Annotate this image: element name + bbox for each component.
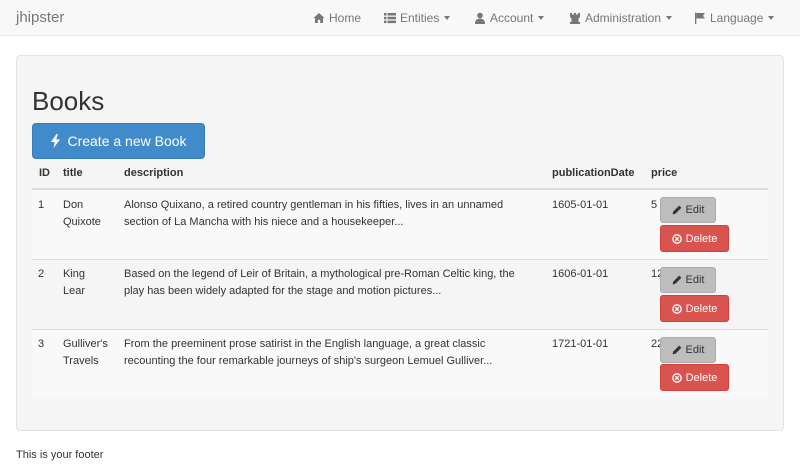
cell-id: 3 (38, 338, 45, 350)
delete-label: Delete (685, 371, 718, 384)
cell-description-line: recounting the four remarkable journeys … (124, 355, 493, 367)
chevron-down-icon (444, 16, 451, 20)
cell-title[interactable]: Gulliver's Travels (63, 336, 108, 370)
nav-item-label: Administration (585, 11, 662, 25)
edit-label: Edit (685, 344, 705, 356)
delete-button[interactable]: Delete (660, 295, 729, 322)
cell-description-line: section of La Mancha with his niece and … (124, 216, 404, 228)
remove-circle-icon (671, 303, 682, 314)
column-header-price[interactable]: price (651, 167, 677, 179)
edit-button[interactable]: Edit (660, 267, 716, 293)
cell-publication-date: 1605-01-01 (552, 199, 609, 211)
cell-description: Alonso Quixano, a retired country gentle… (124, 197, 503, 231)
nav-item-language[interactable]: Language (694, 11, 775, 25)
chevron-down-icon (768, 16, 775, 20)
cell-description: From the preeminent prose satirist in th… (124, 336, 492, 370)
nav-item-label: Language (710, 11, 764, 25)
page-title: Books (32, 86, 105, 116)
cell-description: Based on the legend of Leir of Britain, … (124, 266, 515, 300)
cell-title-line: King (63, 268, 86, 280)
delete-button[interactable]: Delete (660, 364, 729, 391)
bolt-icon (51, 134, 61, 148)
remove-circle-icon (671, 372, 682, 383)
edit-label: Edit (685, 204, 705, 216)
edit-button[interactable]: Edit (660, 197, 716, 223)
cell-publication-date: 1721-01-01 (552, 338, 609, 350)
delete-button[interactable]: Delete (660, 225, 729, 252)
list-icon (384, 13, 396, 24)
remove-circle-icon (671, 233, 682, 244)
column-header-title[interactable]: title (63, 167, 83, 179)
footer-text: This is your footer (16, 449, 104, 461)
cell-id: 1 (38, 199, 45, 211)
nav-item-label: Home (329, 11, 362, 25)
nav-item-home[interactable]: Home (313, 11, 361, 25)
chevron-down-icon (538, 16, 545, 20)
column-header-id[interactable]: ID (39, 167, 50, 179)
nav-item-label: Entities (400, 11, 440, 25)
create-book-button[interactable]: Create a new Book (32, 123, 205, 159)
pencil-icon (672, 205, 681, 215)
nav-item-label: Account (490, 11, 534, 25)
flag-icon (695, 12, 705, 24)
column-header-publication-date[interactable]: publicationDate (552, 167, 635, 179)
delete-label: Delete (685, 302, 718, 315)
delete-label: Delete (685, 232, 718, 245)
cell-title-line: Don (63, 199, 84, 211)
navbar: jhipster Home Entities Account Administr… (0, 0, 800, 36)
cell-id: 2 (38, 268, 45, 280)
cell-description-line: Based on the legend of Leir of Britain, … (124, 268, 515, 280)
nav-item-account[interactable]: Account (474, 11, 545, 25)
create-book-label: Create a new Book (67, 133, 187, 149)
home-icon (313, 13, 325, 23)
brand-logo[interactable]: jhipster (16, 9, 64, 26)
pencil-icon (672, 275, 681, 285)
edit-button[interactable]: Edit (660, 337, 716, 363)
tower-icon (570, 13, 580, 24)
edit-label: Edit (685, 274, 705, 286)
cell-title-line: Travels (63, 355, 99, 367)
cell-title-line: Lear (63, 285, 86, 297)
nav-item-administration[interactable]: Administration (569, 11, 673, 25)
chevron-down-icon (666, 16, 673, 20)
cell-price: 5 (651, 199, 658, 211)
cell-publication-date: 1606-01-01 (552, 268, 609, 280)
cell-title[interactable]: King Lear (63, 266, 85, 300)
cell-description-line: From the preeminent prose satirist in th… (124, 338, 486, 350)
pencil-icon (672, 345, 681, 355)
column-header-description[interactable]: description (124, 167, 183, 179)
cell-description-line: play has been widely adapted for the sta… (124, 285, 442, 297)
nav-item-entities[interactable]: Entities (384, 11, 451, 25)
cell-title-line: Quixote (63, 216, 101, 228)
cell-title-line: Gulliver's (63, 338, 108, 350)
user-icon (475, 12, 485, 24)
cell-description-line: Alonso Quixano, a retired country gentle… (124, 199, 504, 211)
cell-title[interactable]: Don Quixote (63, 197, 101, 231)
